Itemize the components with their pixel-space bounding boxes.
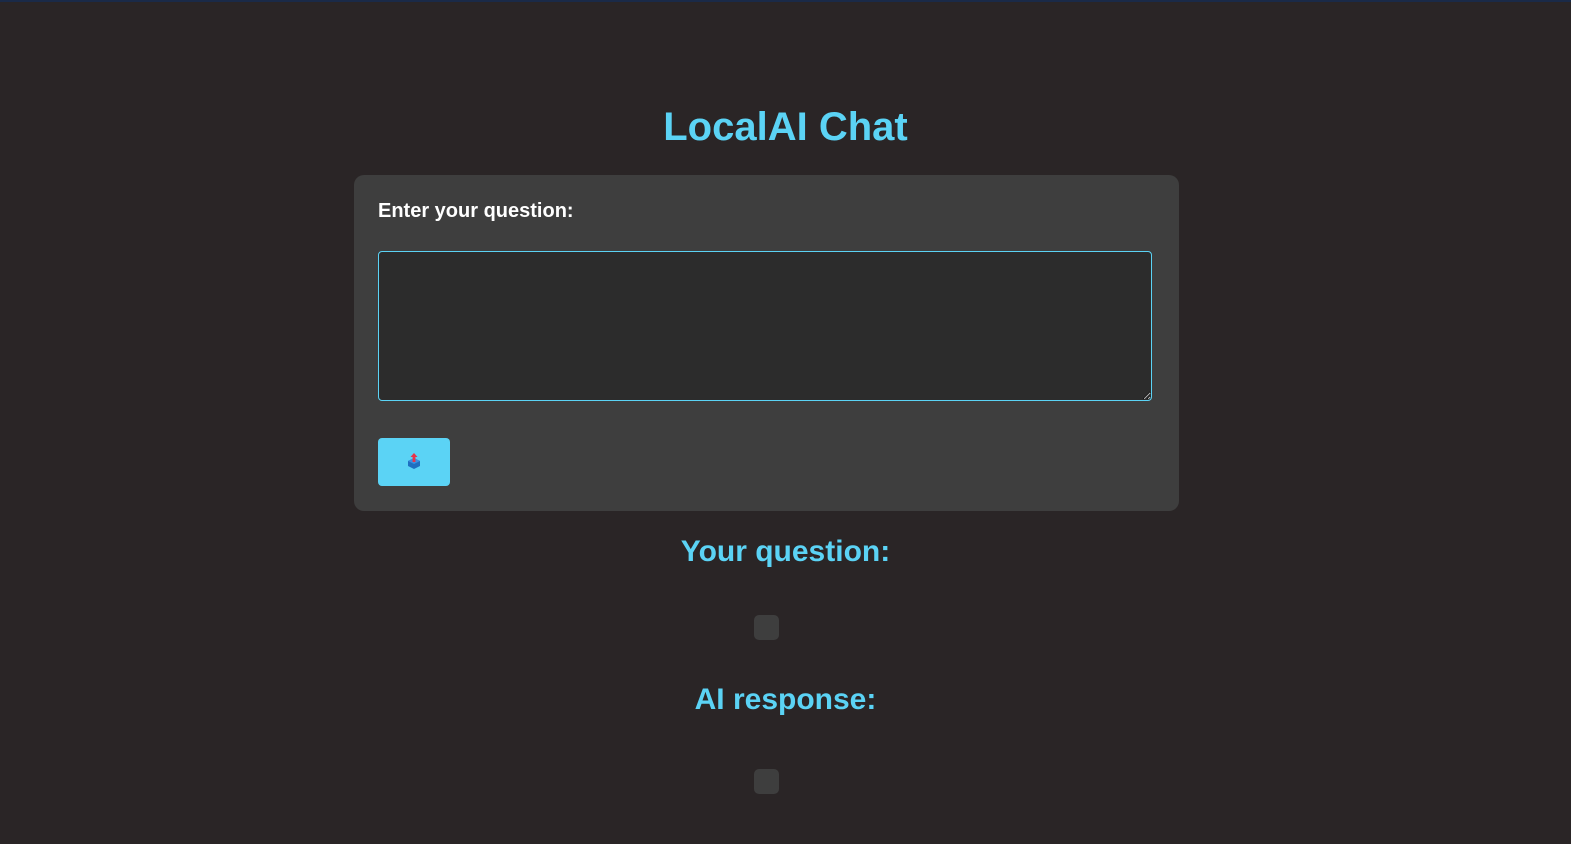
page-title: LocalAI Chat: [663, 105, 908, 149]
ai-response-output-box: [754, 769, 779, 794]
question-input[interactable]: [378, 251, 1152, 401]
your-question-heading: Your question:: [680, 535, 891, 568]
page: LocalAI Chat Enter your question: Your q…: [0, 0, 1571, 844]
question-form-card: Enter your question:: [354, 175, 1179, 511]
outbox-tray-icon: [406, 452, 422, 472]
ai-response-heading: AI response:: [694, 683, 877, 716]
question-output-box: [754, 615, 779, 640]
question-label: Enter your question:: [378, 200, 574, 222]
top-strip: [0, 0, 1571, 2]
submit-button[interactable]: [378, 438, 450, 486]
